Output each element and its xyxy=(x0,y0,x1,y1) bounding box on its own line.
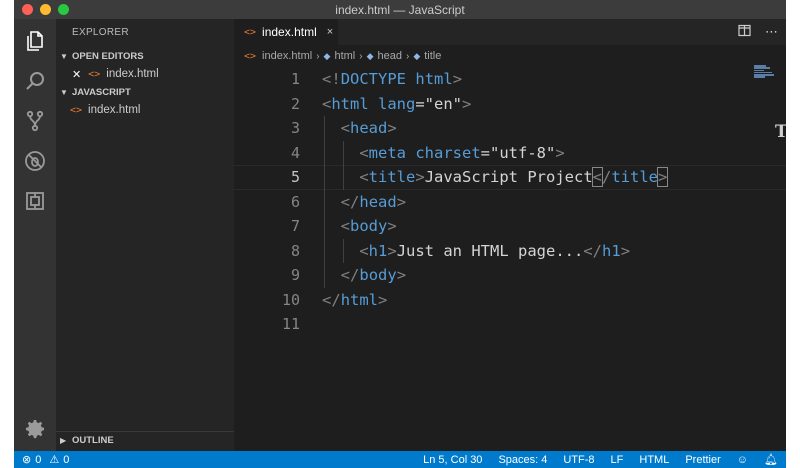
search-icon[interactable] xyxy=(14,61,56,101)
outline-header[interactable]: ▶ OUTLINE xyxy=(56,431,234,449)
warning-icon: ⚠ xyxy=(49,454,60,466)
feedback-icon[interactable]: ☺ xyxy=(737,454,748,466)
line-number: 9 xyxy=(290,266,300,285)
close-window-button[interactable] xyxy=(22,4,33,15)
extensions-icon[interactable] xyxy=(14,181,56,221)
editor-actions: ⋯ xyxy=(738,24,778,40)
tab-close-icon[interactable]: × xyxy=(327,26,333,38)
warning-count: 0 xyxy=(63,453,70,466)
code-line[interactable]: 3 <head> xyxy=(234,116,786,141)
chevron-right-icon: › xyxy=(359,50,363,62)
error-icon: ⊗ xyxy=(22,454,32,466)
code-text: <!DOCTYPE html> xyxy=(322,70,463,89)
indent-guide xyxy=(342,140,344,190)
window-controls xyxy=(22,4,69,15)
code-text: <meta charset="utf-8"> xyxy=(359,143,565,162)
breadcrumb-item[interactable]: title xyxy=(424,50,441,62)
window-title: index.html — JavaScript xyxy=(335,2,465,17)
explorer-sidebar: EXPLORER ▼ OPEN EDITORS ✕ <> index.html … xyxy=(56,19,234,451)
folder-file-item[interactable]: <> index.html xyxy=(56,101,234,119)
code-text: </body> xyxy=(340,266,407,285)
tab-bar: <> index.html × ⋯ xyxy=(234,19,786,45)
code-line[interactable]: 11 xyxy=(234,312,786,337)
code-text: <head> xyxy=(340,119,397,138)
close-icon[interactable]: ✕ xyxy=(72,68,81,81)
cursor-position[interactable]: Ln 5, Col 30 xyxy=(423,454,482,466)
minimize-window-button[interactable] xyxy=(40,4,51,15)
breadcrumb-item[interactable]: head xyxy=(378,50,402,62)
line-number: 7 xyxy=(290,217,300,236)
indent-guide xyxy=(342,238,344,263)
indentation[interactable]: Spaces: 4 xyxy=(498,454,547,466)
element-icon: ◆ xyxy=(366,50,374,61)
code-text: <title>JavaScript Project</title> xyxy=(359,167,669,188)
explorer-title: EXPLORER xyxy=(72,27,129,38)
breadcrumb-item[interactable]: index.html xyxy=(262,50,312,62)
breadcrumb: <> index.html › ◆ html › ◆ head › ◆ titl… xyxy=(244,48,441,64)
javascript-folder-header[interactable]: ▼ JAVASCRIPT xyxy=(56,83,234,101)
status-bar: ⊗ 0 ⚠ 0 Ln 5, Col 30 Spaces: 4 UTF-8 LF … xyxy=(14,451,786,468)
language-mode[interactable]: HTML xyxy=(639,454,669,466)
line-number: 5 xyxy=(290,168,300,187)
vscode-window: index.html — JavaScript EXPLORER ▼ OPEN … xyxy=(14,0,786,468)
code-text: </head> xyxy=(340,192,407,211)
line-number: 8 xyxy=(290,241,300,260)
encoding[interactable]: UTF-8 xyxy=(563,454,594,466)
line-number: 6 xyxy=(290,192,300,211)
title-bar: index.html — JavaScript xyxy=(14,0,786,19)
split-editor-icon[interactable] xyxy=(738,24,751,40)
chevron-down-icon: ▼ xyxy=(60,87,68,97)
code-text: </html> xyxy=(322,290,388,309)
minimap[interactable] xyxy=(754,65,776,81)
formatter[interactable]: Prettier xyxy=(685,454,720,466)
files-icon[interactable] xyxy=(14,21,56,61)
code-line[interactable]: 2 <html lang="en"> xyxy=(234,92,786,117)
element-icon: ◆ xyxy=(413,50,421,61)
more-actions-icon[interactable]: ⋯ xyxy=(765,24,778,40)
code-line[interactable]: 4 <meta charset="utf-8"> xyxy=(234,141,786,166)
element-icon: ◆ xyxy=(323,50,331,61)
line-number: 4 xyxy=(290,143,300,162)
html-file-icon: <> xyxy=(244,26,257,38)
chevron-right-icon: › xyxy=(316,50,320,62)
line-number: 3 xyxy=(290,119,300,138)
open-editors-header[interactable]: ▼ OPEN EDITORS xyxy=(56,47,234,65)
code-line[interactable]: 9 </body> xyxy=(234,263,786,288)
activity-bar xyxy=(14,19,56,451)
line-number: 2 xyxy=(290,94,300,113)
editor-area: <> index.html × ⋯ <> index.html › ◆ html… xyxy=(234,19,786,451)
tab-index-html[interactable]: <> index.html × xyxy=(234,19,338,45)
code-text: <html lang="en"> xyxy=(322,94,472,113)
line-number: 11 xyxy=(281,315,300,334)
code-line[interactable]: 1 <!DOCTYPE html> xyxy=(234,67,786,92)
line-number: 1 xyxy=(290,70,300,89)
html-file-icon: <> xyxy=(244,50,257,62)
open-editor-item[interactable]: ✕ <> index.html xyxy=(56,65,234,83)
code-line[interactable]: 8 <h1>Just an HTML page...</h1> xyxy=(234,239,786,264)
code-text: <body> xyxy=(340,217,397,236)
maximize-window-button[interactable] xyxy=(58,4,69,15)
code-text: <h1>Just an HTML page...</h1> xyxy=(359,241,631,260)
chevron-right-icon: › xyxy=(405,50,410,62)
indent-guide xyxy=(324,116,325,288)
status-items: Ln 5, Col 30 Spaces: 4 UTF-8 LF HTML Pre… xyxy=(423,451,778,468)
code-line[interactable]: 7 <body> xyxy=(234,214,786,239)
line-number: 10 xyxy=(281,290,300,309)
code-line[interactable]: 10 </html> xyxy=(234,288,786,313)
bell-icon[interactable]: 🔔︎ xyxy=(764,453,778,466)
problems-indicator[interactable]: ⊗ 0 ⚠ 0 xyxy=(22,451,69,468)
error-count: 0 xyxy=(35,453,42,466)
gear-icon[interactable] xyxy=(14,409,56,449)
html-file-icon: <> xyxy=(88,68,101,80)
code-line[interactable]: 5 <title>JavaScript Project</title> xyxy=(234,165,786,190)
end-of-line[interactable]: LF xyxy=(611,454,624,466)
chevron-down-icon: ▼ xyxy=(60,51,68,61)
breadcrumb-item[interactable]: html xyxy=(334,50,355,62)
debug-icon[interactable] xyxy=(14,141,56,181)
chevron-right-icon: ▶ xyxy=(60,436,67,445)
html-file-icon: <> xyxy=(70,104,83,116)
source-control-icon[interactable] xyxy=(14,101,56,141)
cursor-indicator-icon: T xyxy=(775,122,786,142)
code-line[interactable]: 6 </head> xyxy=(234,190,786,215)
